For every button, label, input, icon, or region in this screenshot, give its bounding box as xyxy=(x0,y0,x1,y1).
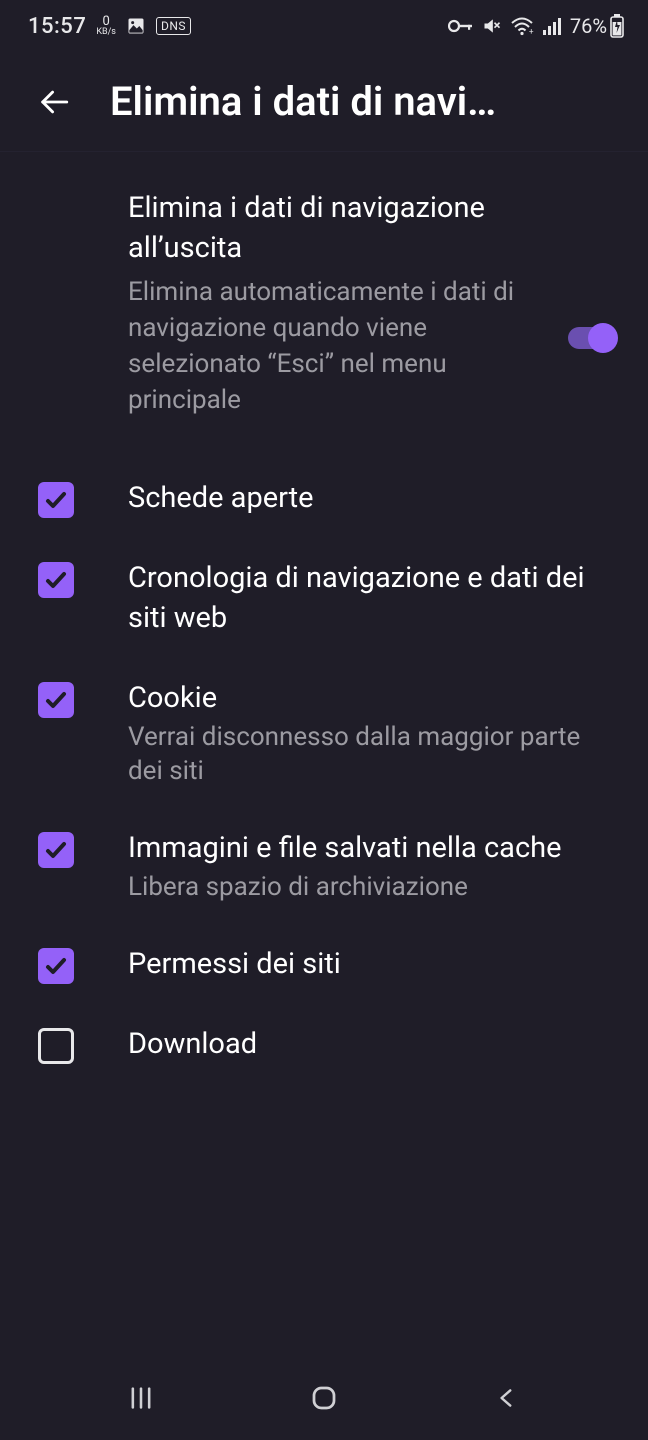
option-text: Cronologia di navigazione e dati dei sit… xyxy=(128,558,618,638)
nav-home-button[interactable] xyxy=(300,1374,348,1422)
option-subtitle: Libera spazio di archiviazione xyxy=(128,870,618,904)
checkbox-cookies[interactable] xyxy=(38,682,74,718)
check-icon xyxy=(44,688,68,712)
arrow-left-icon xyxy=(37,85,71,119)
option-title: Schede aperte xyxy=(128,478,618,518)
option-history[interactable]: Cronologia di navigazione e dati dei sit… xyxy=(30,538,618,658)
nav-back-button[interactable] xyxy=(483,1374,531,1422)
option-subtitle: Verrai disconnesso dalla maggior parte d… xyxy=(128,720,618,788)
option-downloads[interactable]: Download xyxy=(30,1004,618,1084)
system-nav-bar xyxy=(0,1370,648,1440)
checkbox-downloads[interactable] xyxy=(38,1028,74,1064)
vpn-key-icon xyxy=(448,16,474,36)
master-toggle-subtitle: Elimina automaticamente i dati di naviga… xyxy=(128,274,532,418)
master-toggle-row[interactable]: Elimina i dati di navigazione all’uscita… xyxy=(30,188,618,458)
master-toggle-text: Elimina i dati di navigazione all’uscita… xyxy=(128,188,542,418)
volume-mute-icon xyxy=(482,16,502,36)
option-text: Permessi dei siti xyxy=(128,944,618,984)
app-bar: Elimina i dati di navi… xyxy=(0,52,648,152)
option-cookies[interactable]: Cookie Verrai disconnesso dalla maggior … xyxy=(30,658,618,808)
option-text: Cookie Verrai disconnesso dalla maggior … xyxy=(128,678,618,788)
switch-thumb xyxy=(588,323,618,353)
option-cache[interactable]: Immagini e file salvati nella cache Libe… xyxy=(30,808,618,924)
nav-recents-button[interactable] xyxy=(117,1374,165,1422)
status-right: + 76% xyxy=(448,14,624,38)
option-text: Schede aperte xyxy=(128,478,618,518)
status-time: 15:57 xyxy=(28,14,86,39)
page-title: Elimina i dati di navi… xyxy=(110,78,636,125)
content-area: Elimina i dati di navigazione all’uscita… xyxy=(0,152,648,1084)
option-title: Cookie xyxy=(128,678,618,718)
check-icon xyxy=(44,488,68,512)
home-icon xyxy=(309,1383,339,1413)
checkbox-cache[interactable] xyxy=(38,832,74,868)
status-left: 15:57 0 KB/s DNS xyxy=(28,14,191,39)
checkbox-site-perms[interactable] xyxy=(38,948,74,984)
option-title: Cronologia di navigazione e dati dei sit… xyxy=(128,558,618,638)
option-title: Download xyxy=(128,1024,618,1064)
checkbox-history[interactable] xyxy=(38,562,74,598)
wifi-icon: + xyxy=(510,16,534,36)
checkbox-open-tabs[interactable] xyxy=(38,482,74,518)
check-icon xyxy=(44,568,68,592)
check-icon xyxy=(44,838,68,862)
option-title: Immagini e file salvati nella cache xyxy=(128,828,618,868)
recents-icon xyxy=(127,1384,155,1412)
chevron-left-icon xyxy=(494,1385,520,1411)
check-icon xyxy=(44,954,68,978)
option-text: Immagini e file salvati nella cache Libe… xyxy=(128,828,618,904)
back-button[interactable] xyxy=(30,78,78,126)
option-title: Permessi dei siti xyxy=(128,944,618,984)
dns-badge: DNS xyxy=(156,17,191,35)
status-network-speed: 0 KB/s xyxy=(96,15,116,37)
option-text: Download xyxy=(128,1024,618,1064)
signal-icon xyxy=(542,16,562,36)
master-toggle-switch[interactable] xyxy=(562,324,618,352)
picture-icon xyxy=(126,16,146,36)
option-open-tabs[interactable]: Schede aperte xyxy=(30,458,618,538)
battery-status: 76% xyxy=(570,14,624,38)
status-bar: 15:57 0 KB/s DNS xyxy=(0,0,648,52)
master-toggle-title: Elimina i dati di navigazione all’uscita xyxy=(128,188,532,268)
svg-text:+: + xyxy=(529,27,534,36)
option-site-perms[interactable]: Permessi dei siti xyxy=(30,924,618,1004)
